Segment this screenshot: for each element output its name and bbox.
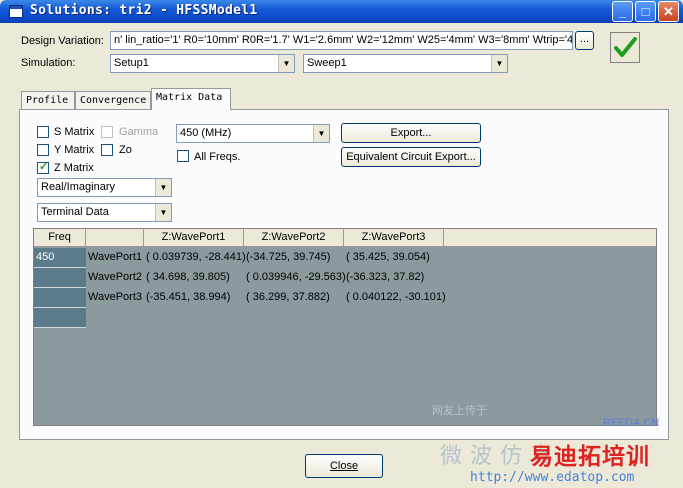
data-type-select[interactable]: Terminal Data ▼ (37, 203, 172, 222)
chevron-down-icon: ▼ (313, 125, 329, 142)
watermark-brand-chinese: 易迪拓培训 (530, 443, 650, 469)
z-matrix-checkbox[interactable]: ✓ (37, 161, 49, 174)
watermark-brand: RFEDA.CN (603, 417, 660, 429)
chevron-down-icon: ▼ (155, 204, 171, 221)
chevron-down-icon: ▼ (155, 179, 171, 196)
grid-header-empty (444, 229, 656, 247)
maximize-button[interactable]: □ (635, 1, 656, 22)
design-variation-label: Design Variation: (21, 35, 104, 47)
s-matrix-checkbox[interactable] (37, 126, 49, 138)
grid-row-label[interactable]: WavePort3 (88, 288, 142, 308)
y-matrix-checkbox[interactable] (37, 144, 49, 156)
tab-matrix-data[interactable]: Matrix Data (151, 88, 231, 110)
checkmark-icon: ✓ (39, 161, 49, 173)
all-freqs-checkbox[interactable] (177, 150, 189, 162)
grid-cell[interactable]: ( 0.039739, -28.441) (146, 248, 246, 268)
grid-freq-cell[interactable] (34, 268, 86, 288)
chevron-down-icon: ▼ (278, 55, 294, 72)
grid-header-z-waveport3[interactable]: Z:WavePort3 (344, 229, 444, 247)
window-icon (9, 5, 23, 18)
design-variation-browse-button[interactable]: ... (575, 31, 594, 50)
format-select[interactable]: Real/Imaginary ▼ (37, 178, 172, 197)
chevron-down-icon: ▼ (491, 55, 507, 72)
grid-cell[interactable]: (-36.323, 37.82) (346, 268, 424, 288)
grid-cell[interactable]: (-34.725, 39.745) (246, 248, 330, 268)
design-variation-field[interactable]: n' lin_ratio='1' R0='10mm' R0R='1.7' W1=… (110, 31, 573, 50)
matrix-grid[interactable]: Freq Z:WavePort1 Z:WavePort2 Z:WavePort3… (33, 228, 657, 426)
grid-row-label[interactable]: WavePort1 (88, 248, 142, 268)
close-button[interactable]: Close (305, 454, 383, 478)
checkmark-icon (614, 37, 637, 57)
zo-label: Zo (119, 144, 132, 156)
gamma-checkbox (101, 126, 113, 138)
gamma-label: Gamma (119, 126, 159, 138)
grid-row-label[interactable]: WavePort2 (88, 268, 142, 288)
setup-select[interactable]: Setup1 ▼ (110, 54, 295, 73)
grid-header-port[interactable] (86, 229, 144, 247)
setup-select-value: Setup1 (114, 57, 149, 69)
grid-freq-cell[interactable] (34, 288, 86, 308)
frequency-select-value: 450 (MHz) (180, 127, 232, 139)
grid-header-freq[interactable]: Freq (34, 229, 86, 247)
close-window-button[interactable]: ✕ (658, 1, 679, 22)
grid-cell[interactable]: ( 34.698, 39.805) (146, 268, 230, 288)
grid-cell[interactable]: ( 36.299, 37.882) (246, 288, 330, 308)
equivalent-circuit-export-button[interactable]: Equivalent Circuit Export... (341, 147, 481, 167)
grid-header-z-waveport2[interactable]: Z:WavePort2 (244, 229, 344, 247)
watermark-url: http://www.edatop.com (470, 470, 635, 485)
grid-header-z-waveport1[interactable]: Z:WavePort1 (144, 229, 244, 247)
z-matrix-label: Z Matrix (54, 162, 94, 174)
grid-cell[interactable]: (-35.451, 38.994) (146, 288, 230, 308)
zo-checkbox[interactable] (101, 144, 113, 156)
title-bar: Solutions: tri2 - HFSSModel1 _ □ ✕ (0, 0, 683, 23)
export-button[interactable]: Export... (341, 123, 481, 143)
minimize-button[interactable]: _ (612, 1, 633, 22)
window-title: Solutions: tri2 - HFSSModel1 (30, 3, 258, 18)
apply-check-button[interactable] (610, 32, 640, 63)
grid-cell[interactable]: ( 35.425, 39.054) (346, 248, 430, 268)
simulation-label: Simulation: (21, 57, 76, 69)
sweep-select[interactable]: Sweep1 ▼ (303, 54, 508, 73)
grid-cell[interactable]: ( 0.039946, -29.563) (246, 268, 346, 288)
s-matrix-label: S Matrix (54, 126, 95, 138)
grid-freq-cell[interactable]: 450 (MHz) (34, 248, 86, 282)
all-freqs-label: All Freqs. (194, 151, 241, 163)
tab-convergence[interactable]: Convergence (75, 91, 151, 109)
frequency-select[interactable]: 450 (MHz) ▼ (176, 124, 330, 143)
format-select-value: Real/Imaginary (41, 181, 115, 193)
close-button-label: Close (329, 460, 359, 472)
y-matrix-label: Y Matrix (54, 144, 95, 156)
watermark-text: 网友上传于 (432, 405, 487, 417)
data-type-select-value: Terminal Data (41, 206, 109, 218)
tab-profile[interactable]: Profile (21, 91, 75, 109)
sweep-select-value: Sweep1 (307, 57, 347, 69)
grid-cell[interactable]: ( 0.040122, -30.101) (346, 288, 446, 308)
grid-freq-cell[interactable] (34, 308, 86, 328)
